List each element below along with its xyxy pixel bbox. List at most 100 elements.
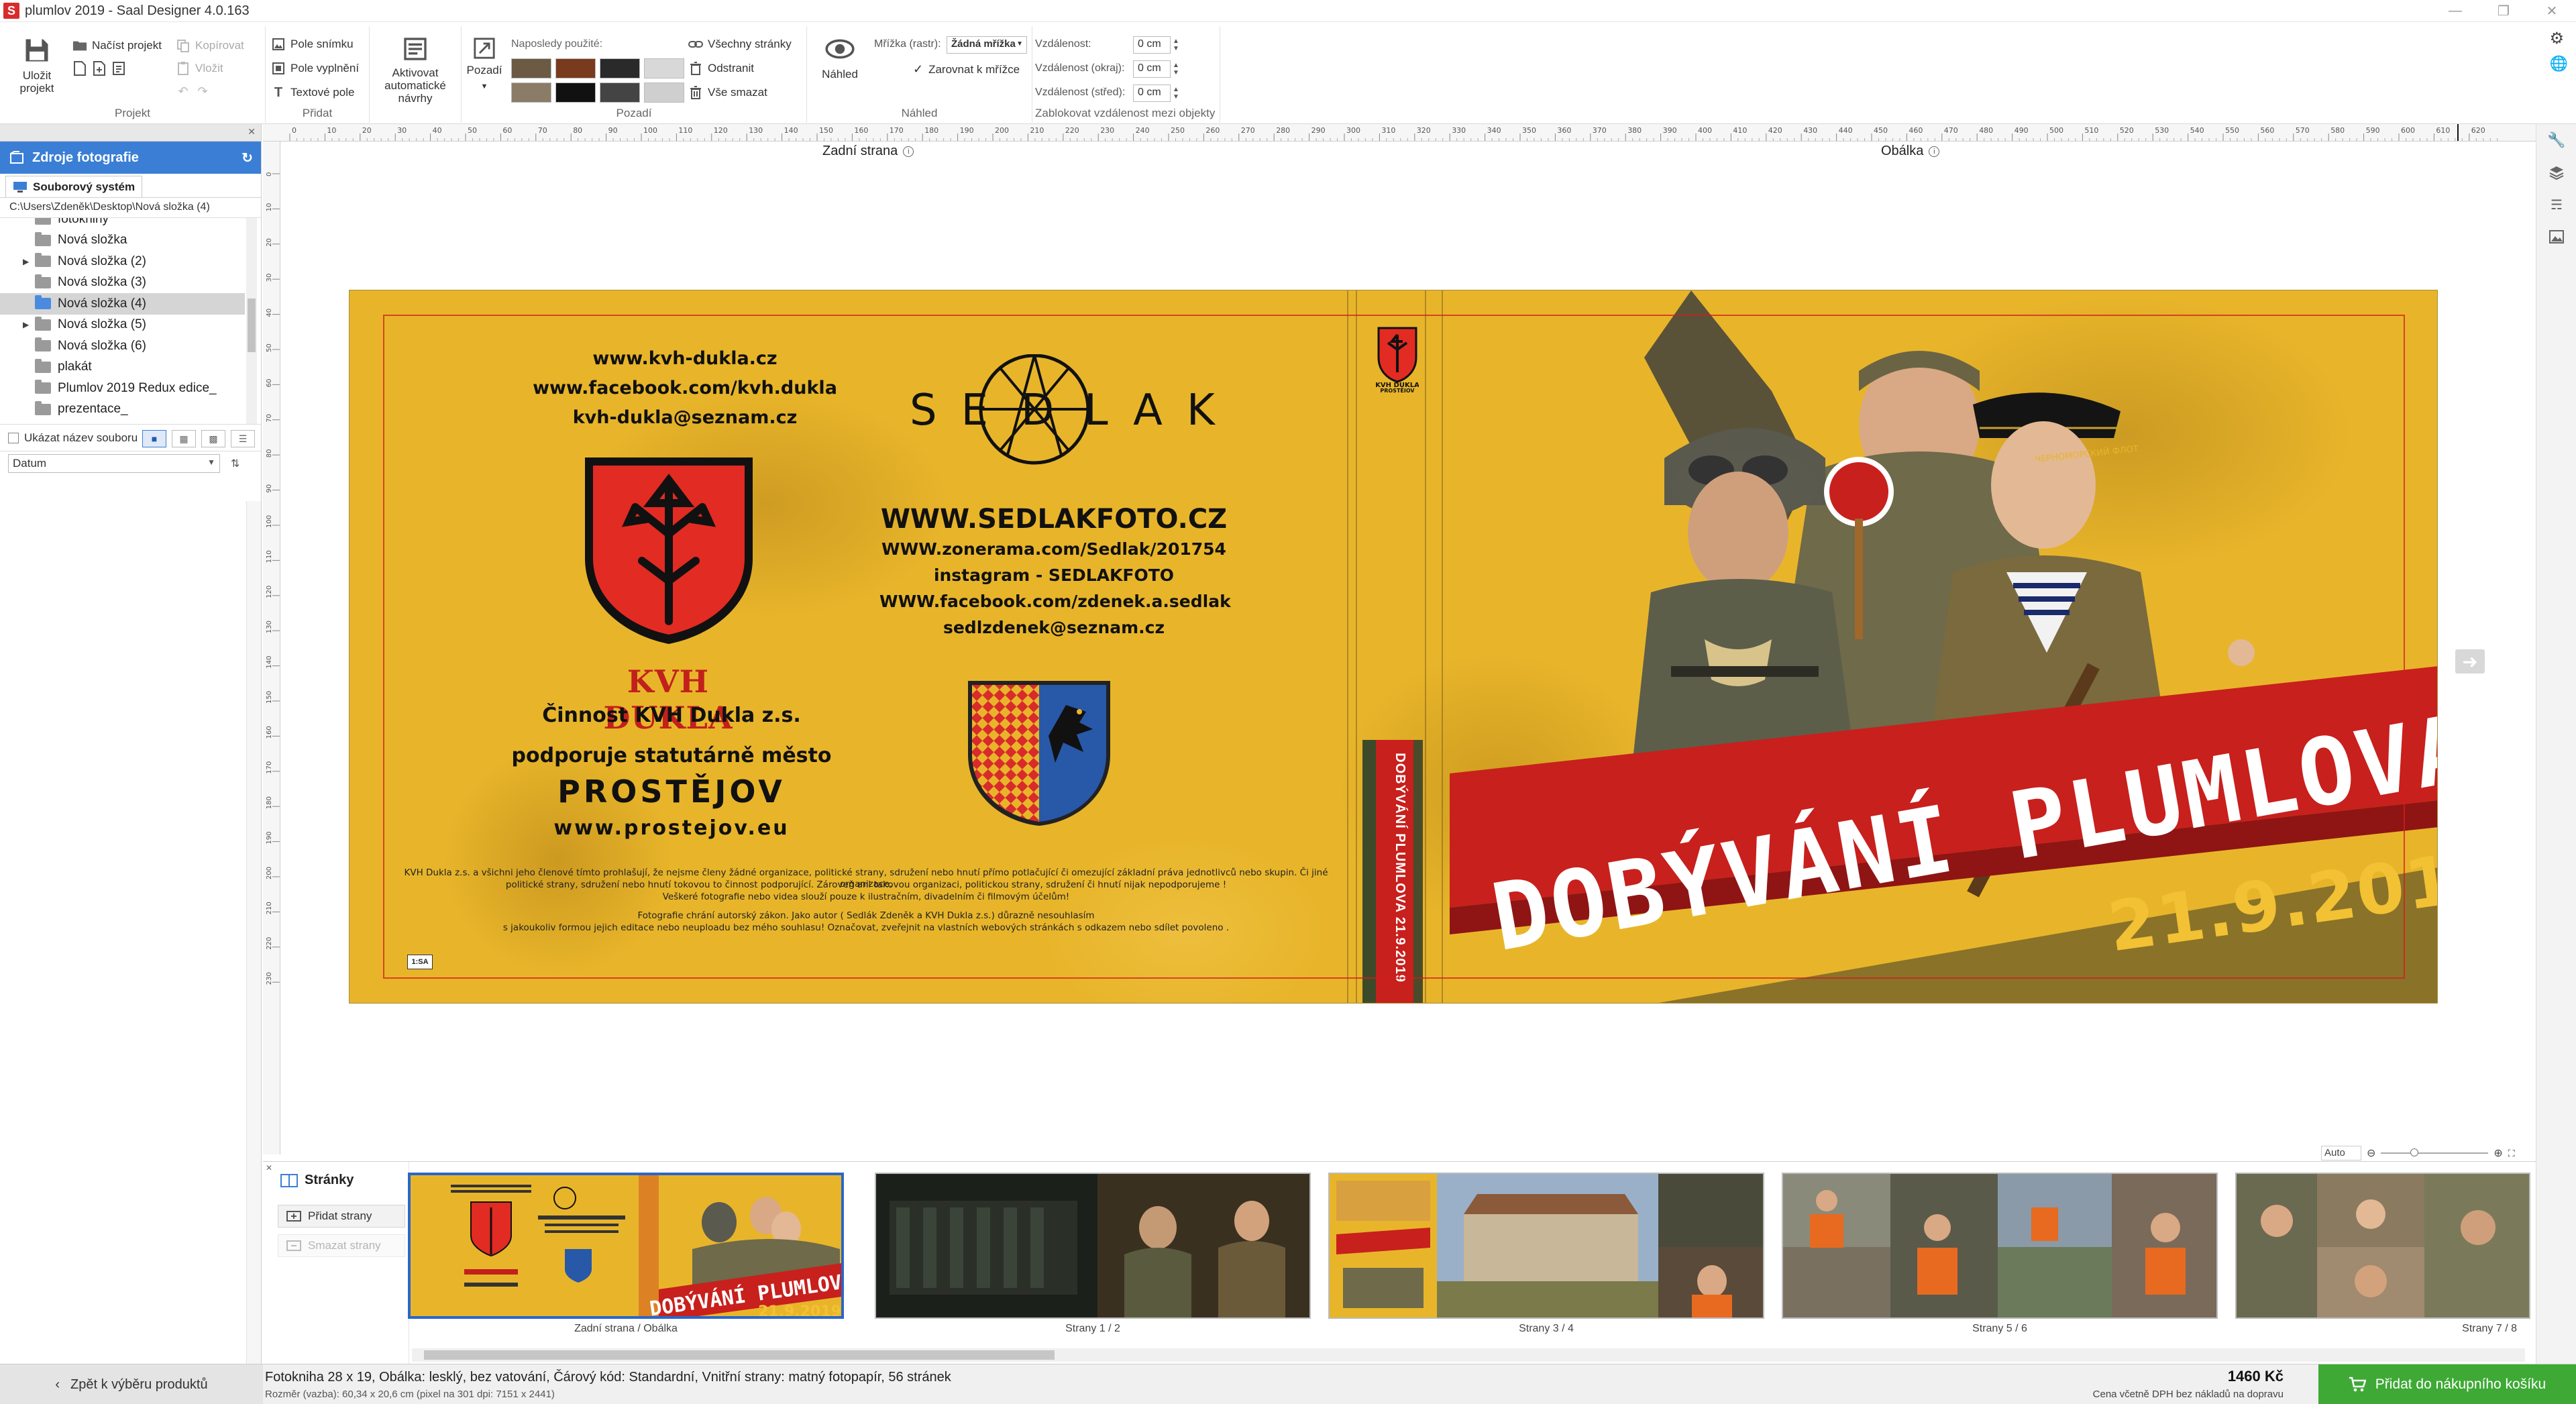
folder-tree-item[interactable]: prezentace_	[0, 399, 245, 421]
settings-gear-icon[interactable]: ⚙	[2550, 29, 2568, 48]
info-icon[interactable]: i	[903, 146, 914, 157]
background-button[interactable]: Pozadí ▼	[466, 37, 503, 93]
zoom-slider[interactable]	[2381, 1148, 2489, 1156]
sort-direction-icon[interactable]: ⇅	[231, 457, 239, 470]
chevron-left-icon: ‹	[55, 1376, 60, 1392]
add-photo-field-button[interactable]: Pole snímku	[271, 37, 354, 52]
pages-scrollbar[interactable]	[412, 1348, 2525, 1362]
next-spread-arrow-icon[interactable]: ➜	[2455, 649, 2485, 673]
fit-page-icon[interactable]: ⛶	[2508, 1148, 2515, 1159]
remove-all-backgrounds-button[interactable]: Vše smazat	[688, 85, 767, 100]
load-project-label: Načíst projekt	[92, 39, 162, 52]
image-tools-icon[interactable]	[2536, 221, 2576, 253]
list-view-icon: ☰	[238, 433, 248, 444]
adjust-icon[interactable]: ☴	[2536, 188, 2576, 221]
folder-tree-item[interactable]: ▶ Nová složka (2)	[0, 251, 245, 272]
paste-button[interactable]: Vložit	[176, 61, 223, 76]
paste-icon	[176, 61, 191, 76]
close-panel-icon[interactable]: ✕	[248, 126, 256, 138]
back-to-products-button[interactable]: ‹ Zpět k výběru produktů	[0, 1364, 263, 1404]
recent-background-swatch[interactable]	[511, 83, 551, 103]
add-fill-field-button[interactable]: Pole vyplnění	[271, 61, 359, 76]
view-list-button[interactable]: ☰	[231, 430, 255, 447]
edge-distance-spinner[interactable]: ▲ ▼	[1171, 60, 1181, 78]
distance-input[interactable]: 0 cm	[1133, 36, 1171, 54]
globe-icon[interactable]: 🌐	[2550, 55, 2568, 72]
page-thumbnail-cover[interactable]: DOBÝVÁNÍ PLUMLOVA 21.9.2019	[408, 1173, 844, 1319]
preview-button[interactable]: Náhled	[816, 37, 863, 80]
cover-spread[interactable]: www.kvh-dukla.cz www.facebook.com/kvh.du…	[349, 290, 2438, 1004]
folder-tree-item[interactable]: Nová složka	[0, 230, 245, 252]
tab-filesystem[interactable]: Souborový systém	[5, 176, 143, 197]
zoom-slider-knob[interactable]	[2410, 1148, 2419, 1156]
folder-tree-item[interactable]: Nová složka (6)	[0, 335, 245, 357]
zoom-out-icon[interactable]: ⊖	[2367, 1146, 2375, 1160]
delete-pages-button[interactable]: Smazat strany	[278, 1234, 405, 1257]
tools-wrench-icon[interactable]: 🔧	[2536, 124, 2576, 156]
ruler-tick-label: 190	[266, 832, 273, 845]
show-filename-checkbox[interactable]	[8, 432, 19, 443]
redo-icon[interactable]: ↷	[195, 84, 210, 99]
center-distance-spinner[interactable]: ▲ ▼	[1171, 85, 1181, 102]
expand-arrow-icon[interactable]: ▶	[23, 257, 29, 266]
auto-designs-button[interactable]: Aktivovat automatické návrhy	[375, 36, 455, 105]
copy-button[interactable]: Kopírovat	[176, 38, 244, 53]
folder-tree-item[interactable]: Plumlov 2019 Redux edice_	[0, 378, 245, 399]
folder-tree-item[interactable]: plakát	[0, 357, 245, 378]
pages-title-label: Stránky	[305, 1173, 354, 1187]
thumbnail-label-5-6: Strany 5 / 6	[1972, 1323, 2027, 1334]
close-window-button[interactable]: ✕	[2528, 0, 2576, 22]
add-to-cart-button[interactable]: Přidat do nákupního košíku	[2318, 1364, 2576, 1404]
folder-tree-item[interactable]: Nová složka (4)	[0, 293, 245, 315]
view-medium-button[interactable]: ▦	[172, 430, 196, 447]
page-thumbnail-5-6[interactable]	[1782, 1173, 2218, 1319]
ruler-tick-label: 300	[1346, 126, 1360, 135]
info-icon[interactable]: i	[1929, 146, 1940, 157]
recent-background-swatch[interactable]	[555, 58, 596, 78]
recent-background-swatch[interactable]	[600, 83, 640, 103]
all-pages-button[interactable]: Všechny stránky	[688, 37, 792, 52]
grid-select[interactable]: Žádná mřížka ▼	[947, 36, 1027, 54]
sort-select[interactable]: Datum ▼	[8, 454, 220, 473]
view-large-button[interactable]: ■	[142, 430, 166, 447]
import-document-icon[interactable]	[111, 61, 126, 76]
recent-background-swatch[interactable]	[555, 83, 596, 103]
center-distance-input[interactable]: 0 cm	[1133, 85, 1171, 102]
refresh-icon[interactable]: ↻	[241, 150, 253, 166]
expand-arrow-icon[interactable]: ▶	[23, 320, 29, 329]
folder-tree-item[interactable]: fotoknihy	[0, 218, 245, 230]
zoom-select[interactable]: Auto	[2321, 1146, 2361, 1160]
recent-background-swatch[interactable]	[511, 58, 551, 78]
maximize-button[interactable]: ❐	[2479, 0, 2528, 22]
new-document-icon[interactable]	[72, 61, 87, 76]
recent-background-swatch[interactable]	[600, 58, 640, 78]
edge-distance-input[interactable]: 0 cm	[1133, 60, 1171, 78]
page-thumbnail-7-8[interactable]	[2235, 1173, 2530, 1319]
zoom-in-icon[interactable]: ⊕	[2493, 1146, 2502, 1160]
folder-tree-item[interactable]: Nová složka (3)	[0, 272, 245, 294]
tree-scroll-thumb[interactable]	[248, 299, 256, 352]
page-thumbnail-1-2[interactable]	[875, 1173, 1311, 1319]
snap-to-grid-checkbox[interactable]: ✓ Zarovnat k mřížce	[913, 62, 1020, 76]
add-pages-button[interactable]: Přidat strany	[278, 1205, 405, 1228]
view-small-button[interactable]: ▩	[201, 430, 225, 447]
recent-background-swatch[interactable]	[644, 83, 684, 103]
recent-background-swatch[interactable]	[644, 58, 684, 78]
pages-scroll-thumb[interactable]	[424, 1350, 1055, 1360]
load-project-button[interactable]: Načíst projekt	[72, 38, 162, 53]
save-project-button[interactable]: Uložit projekt	[9, 36, 64, 95]
distance-spinner[interactable]: ▲ ▼	[1171, 36, 1181, 54]
minimize-button[interactable]: —	[2431, 0, 2479, 22]
panel-drag-strip[interactable]: ✕	[0, 124, 261, 142]
add-document-icon[interactable]	[92, 61, 107, 76]
remove-background-label: Odstranit	[708, 62, 754, 74]
add-text-field-button[interactable]: T Textové pole	[271, 85, 355, 100]
layers-icon[interactable]	[2536, 156, 2576, 188]
ruler-tick-label: 90	[266, 484, 273, 493]
folder-tree-item[interactable]: ▶ Nová složka (5)	[0, 315, 245, 336]
photos-scrollbar[interactable]	[246, 501, 261, 1364]
page-thumbnail-3-4[interactable]	[1328, 1173, 1764, 1319]
ruler-tick-label: 230	[266, 972, 273, 985]
undo-icon[interactable]: ↶	[176, 84, 191, 99]
remove-background-button[interactable]: Odstranit	[688, 61, 754, 76]
